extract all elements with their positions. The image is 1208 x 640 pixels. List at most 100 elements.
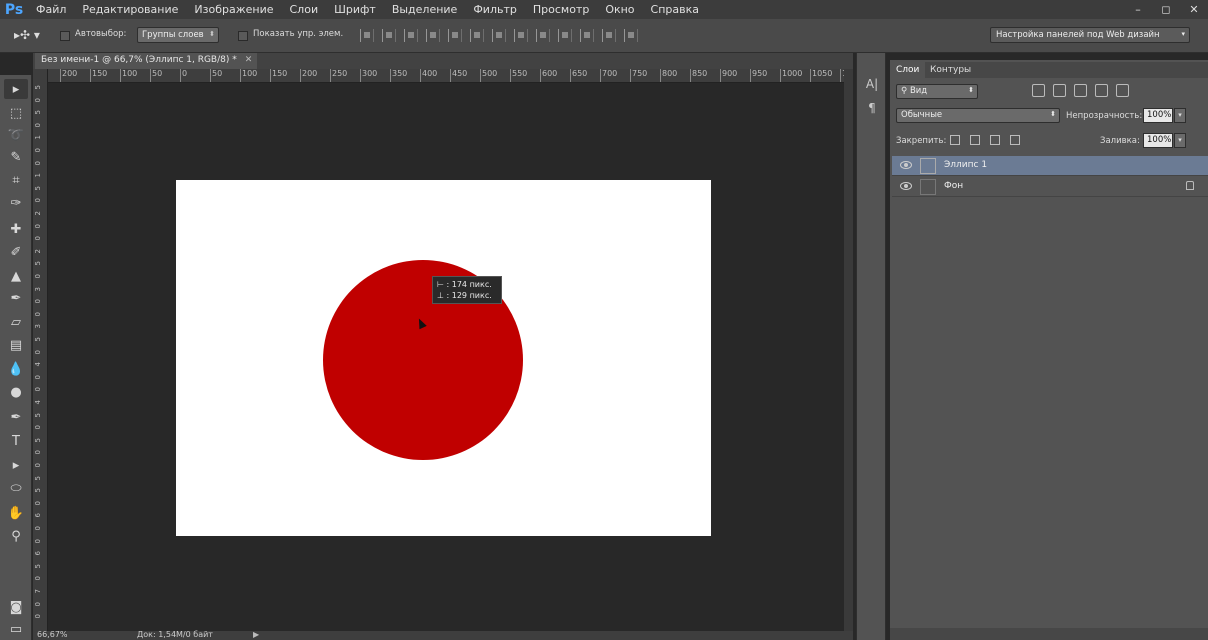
marquee-tool-icon[interactable]: ⬚ (4, 103, 28, 123)
workspace-value: Настройка панелей под Web дизайн (996, 30, 1160, 40)
ruler-tick-label: 1050 (809, 69, 833, 82)
lock-all-icon[interactable] (1010, 135, 1020, 145)
align-top-icon[interactable] (360, 29, 374, 42)
ruler-tick-label: 0 (179, 69, 188, 82)
align-hcenter-icon[interactable] (448, 29, 462, 42)
tab-paths[interactable]: Контуры (924, 62, 977, 78)
crop-tool-icon[interactable]: ⌗ (4, 170, 28, 190)
ruler-tick-label: 5 (34, 488, 42, 493)
menu-window[interactable]: Окно (597, 0, 642, 19)
opacity-dropdown-arrow[interactable]: ▾ (1174, 108, 1186, 123)
layer-filter-dropdown[interactable]: ⚲ Вид ⬍ (896, 84, 978, 99)
vertical-scrollbar[interactable] (844, 69, 853, 631)
zoom-tool-icon[interactable]: ⚲ (4, 526, 28, 546)
chevron-down-icon: ⬍ (209, 30, 215, 38)
workspace-dropdown[interactable]: Настройка панелей под Web дизайн ▾ (990, 27, 1190, 43)
menu-type[interactable]: Шрифт (326, 0, 384, 19)
ellipse-tool-icon[interactable]: ⬭ (4, 478, 28, 498)
character-panel-icon[interactable]: A| (864, 77, 880, 93)
search-icon: ⚲ (901, 86, 910, 96)
align-left-icon[interactable] (426, 29, 440, 42)
blend-mode-dropdown[interactable]: Обычные ⬍ (896, 108, 1060, 123)
blur-tool-icon[interactable]: 💧 (4, 359, 28, 379)
zoom-level[interactable]: 66,67% (37, 630, 68, 639)
ruler-tick-label: 0 (34, 614, 42, 619)
ruler-tick-label: 100 (119, 69, 138, 82)
auto-align-icon[interactable] (624, 29, 638, 42)
quick-select-tool-icon[interactable]: ✎ (4, 147, 28, 167)
distribute-hcenter-icon[interactable] (580, 29, 594, 42)
align-vcenter-icon[interactable] (382, 29, 396, 42)
tab-layers[interactable]: Слои (890, 62, 926, 78)
maximize-button[interactable]: ◻ (1152, 0, 1180, 19)
clone-stamp-tool-icon[interactable]: ▲ (4, 266, 28, 286)
autoselect-checkbox[interactable] (60, 31, 70, 41)
filter-adjustment-icon[interactable] (1053, 84, 1066, 97)
type-tool-icon[interactable]: T (4, 431, 28, 451)
quick-mask-icon[interactable]: ◙ (4, 597, 28, 617)
close-window-button[interactable]: ✕ (1180, 0, 1208, 19)
healing-brush-tool-icon[interactable]: ✚ (4, 219, 28, 239)
lock-pixels-icon[interactable] (970, 135, 980, 145)
path-select-tool-icon[interactable]: ▸ (4, 455, 28, 475)
visibility-eye-icon[interactable] (900, 161, 912, 169)
eyedropper-tool-icon[interactable]: ✑ (4, 193, 28, 213)
menu-view[interactable]: Просмотр (525, 0, 597, 19)
fill-input[interactable]: 100% (1143, 133, 1173, 148)
tooltip-height-row: ⊥ : 129 пикс. (437, 291, 492, 300)
filter-shape-icon[interactable] (1095, 84, 1108, 97)
play-arrow-icon[interactable]: ▶ (253, 630, 259, 639)
show-controls-label: Показать упр. элем. (253, 29, 344, 39)
menu-file[interactable]: Файл (28, 0, 74, 19)
visibility-eye-icon[interactable] (900, 182, 912, 190)
layer-row-background[interactable]: Фон (892, 177, 1208, 197)
minimize-button[interactable]: – (1124, 0, 1152, 19)
menu-help[interactable]: Справка (643, 0, 707, 19)
filter-type-icon[interactable] (1074, 84, 1087, 97)
align-bottom-icon[interactable] (404, 29, 418, 42)
menu-layers[interactable]: Слои (282, 0, 327, 19)
eraser-tool-icon[interactable]: ▱ (4, 312, 28, 332)
menu-filter[interactable]: Фильтр (465, 0, 525, 19)
layer-row-ellipse[interactable]: Эллипс 1 (892, 156, 1208, 176)
close-tab-icon[interactable]: ✕ (245, 55, 253, 65)
chevron-down-icon: ▾ (1181, 30, 1185, 38)
lasso-tool-icon[interactable]: ➰ (4, 125, 28, 145)
filter-smart-object-icon[interactable] (1116, 84, 1129, 97)
pen-tool-icon[interactable]: ✒ (4, 407, 28, 427)
move-tool-icon[interactable]: ▸ (4, 79, 28, 99)
paragraph-panel-icon[interactable]: ¶ (864, 101, 880, 117)
ruler-tick-label: 0 (34, 500, 42, 506)
layers-panel: Слои Контуры ⚲ Вид ⬍ Обычные ⬍ Непрозрачно… (890, 60, 1208, 640)
lock-position-icon[interactable] (990, 135, 1000, 145)
align-right-icon[interactable] (470, 29, 484, 42)
gradient-tool-icon[interactable]: ▤ (4, 335, 28, 355)
dodge-tool-icon[interactable]: ● (4, 382, 28, 402)
lock-transparency-icon[interactable] (950, 135, 960, 145)
document-canvas[interactable] (176, 180, 711, 536)
distribute-left-icon[interactable] (558, 29, 572, 42)
distribute-right-icon[interactable] (602, 29, 616, 42)
layers-panel-footer (890, 628, 1208, 640)
menu-edit[interactable]: Редактирование (74, 0, 186, 19)
menu-image[interactable]: Изображение (186, 0, 281, 19)
autoselect-dropdown[interactable]: Группы слоев ⬍ (137, 27, 219, 43)
filter-pixel-icon[interactable] (1032, 84, 1045, 97)
size-tooltip: ⊢ : 174 пикс. ⊥ : 129 пикс. (432, 276, 502, 304)
move-tool-preset-icon[interactable]: ▸✣ ▾ (14, 28, 46, 44)
menu-select[interactable]: Выделение (384, 0, 466, 19)
fill-dropdown-arrow[interactable]: ▾ (1174, 133, 1186, 148)
ruler-tick-label: 1 (34, 135, 42, 140)
brush-tool-icon[interactable]: ✐ (4, 242, 28, 262)
history-brush-tool-icon[interactable]: ✒ (4, 288, 28, 308)
distribute-vcenter-icon[interactable] (514, 29, 528, 42)
show-controls-checkbox[interactable] (238, 31, 248, 41)
hand-tool-icon[interactable]: ✋ (4, 503, 28, 523)
screen-mode-icon[interactable]: ▭ (4, 619, 28, 639)
photoshop-window: Ps Файл Редактирование Изображение Слои … (0, 0, 1208, 640)
opacity-input[interactable]: 100% (1143, 108, 1173, 123)
distribute-bottom-icon[interactable] (536, 29, 550, 42)
distribute-top-icon[interactable] (492, 29, 506, 42)
document-tab[interactable]: Без имени-1 @ 66,7% (Эллипс 1, RGB/8) * ✕ (35, 53, 257, 69)
ruler-tick-label: 5 (34, 85, 42, 90)
